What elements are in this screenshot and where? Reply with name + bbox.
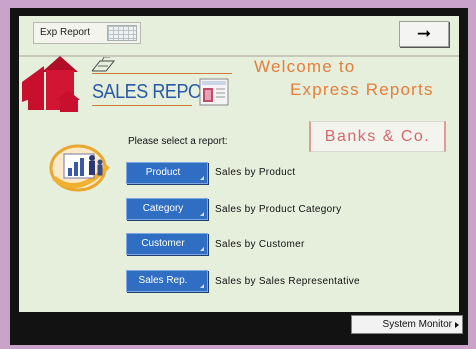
system-monitor-label: System Monitor (382, 319, 452, 330)
app-name-text: Express Reports (290, 80, 434, 99)
company-name-box: Banks & Co. (309, 121, 446, 152)
report-description: Sales by Product (215, 167, 296, 178)
document-icon (199, 78, 229, 106)
company-name: Banks & Co. (324, 128, 431, 145)
report-button-category[interactable]: Category (126, 198, 208, 220)
report-button-label: Category (142, 203, 184, 214)
report-button-customer[interactable]: Customer (126, 233, 208, 255)
corner-indicator-icon (200, 212, 204, 216)
title-rule-top (92, 73, 232, 74)
corner-indicator-icon (200, 247, 204, 251)
select-prompt: Please select a report: (128, 136, 228, 147)
report-description: Sales by Customer (215, 239, 305, 250)
grid-icon (107, 25, 137, 41)
report-button-label: Customer (141, 238, 185, 249)
people-chart-icon (49, 144, 110, 192)
report-description: Sales by Product Category (215, 204, 342, 215)
right-arrow-icon: ➞ (416, 24, 432, 43)
next-button[interactable]: ➞ (399, 21, 449, 47)
title-rule-bottom (92, 105, 192, 106)
report-button-label: Sales Rep. (138, 275, 188, 286)
report-description: Sales by Sales Representative (215, 276, 360, 287)
corner-indicator-icon (200, 176, 204, 180)
system-monitor-button[interactable]: System Monitor (351, 315, 463, 334)
report-button-label: Product (145, 167, 181, 178)
report-tab-label: Exp Report (40, 27, 91, 38)
corner-indicator-icon (200, 284, 204, 288)
play-arrow-icon (455, 322, 459, 328)
report-button-product[interactable]: Product (126, 162, 208, 184)
welcome-text: Welcome to (254, 57, 356, 76)
printer-icon (91, 57, 116, 72)
report-button-sales-rep[interactable]: Sales Rep. (126, 270, 208, 292)
red-house-icon (22, 56, 80, 112)
